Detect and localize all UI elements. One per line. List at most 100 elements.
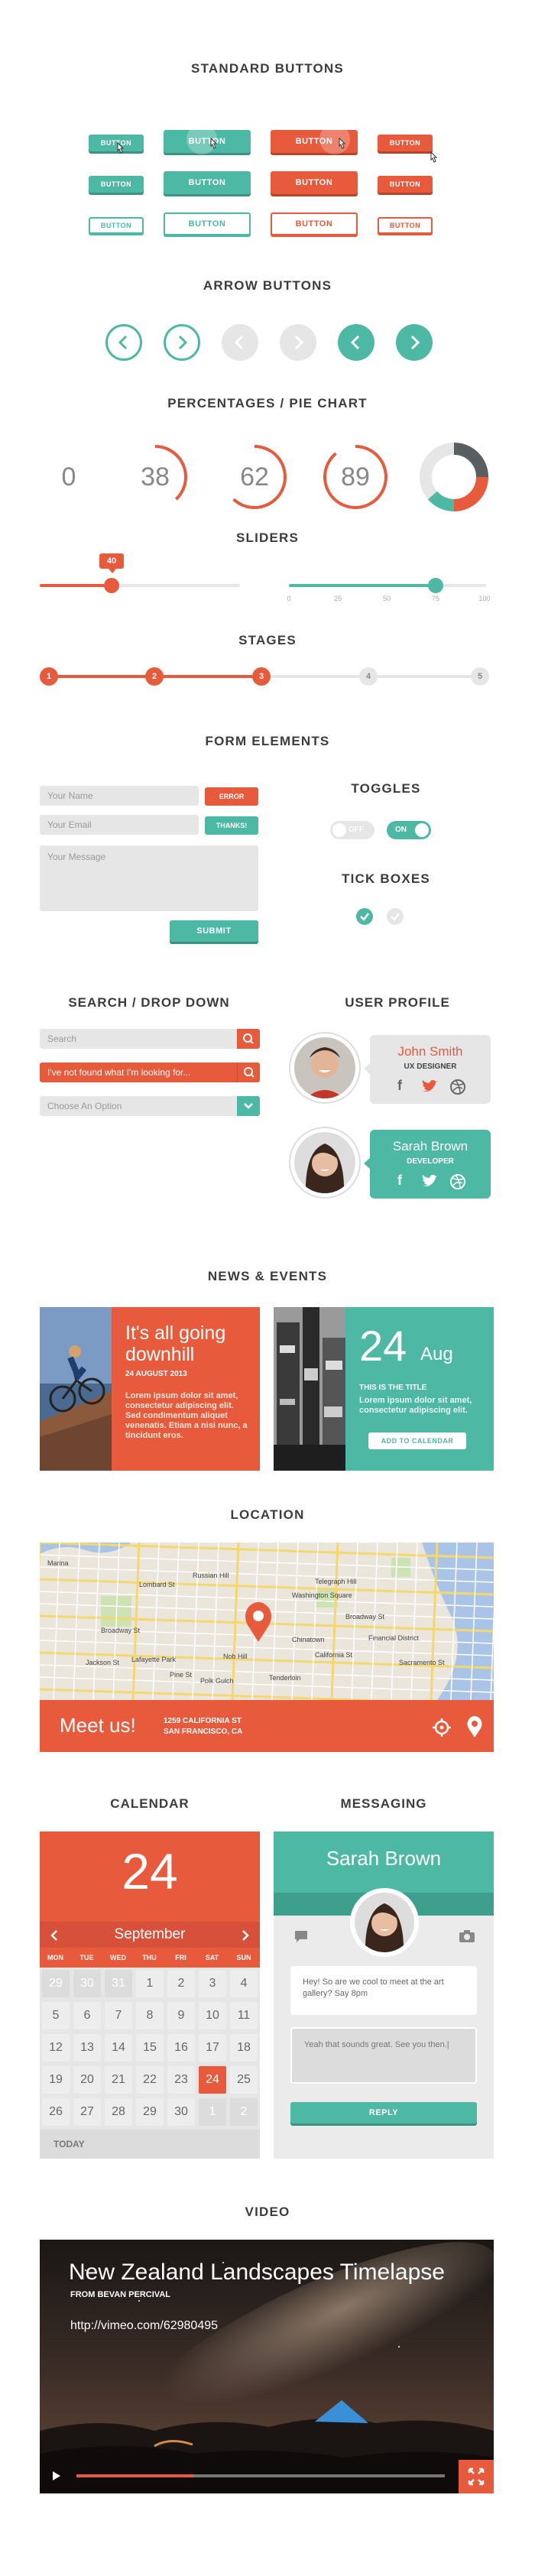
- name-field[interactable]: Your Name: [40, 786, 199, 806]
- arrow-left-button-disabled[interactable]: [222, 324, 258, 361]
- dropdown-select[interactable]: Choose An Option: [40, 1096, 238, 1116]
- dropdown-toggle[interactable]: [237, 1096, 260, 1116]
- search-input[interactable]: Search: [40, 1029, 238, 1049]
- calendar-day[interactable]: 17: [199, 2034, 226, 2062]
- calendar-day-selected[interactable]: 24: [199, 2066, 226, 2094]
- message-textarea[interactable]: Your Message: [40, 845, 258, 911]
- slider-handle[interactable]: [104, 578, 119, 593]
- calendar-day[interactable]: 31: [105, 1970, 132, 1997]
- stage-step[interactable]: 3: [252, 667, 271, 686]
- stage-step[interactable]: 2: [145, 667, 164, 686]
- chevron-right-icon[interactable]: [238, 1928, 252, 1943]
- fullscreen-button[interactable]: [459, 2460, 494, 2493]
- calendar-day[interactable]: 18: [230, 2034, 258, 2062]
- map-pin-icon[interactable]: [243, 1601, 274, 1643]
- submit-button[interactable]: SUBMIT: [170, 920, 258, 942]
- facebook-icon[interactable]: f: [397, 1173, 402, 1189]
- checkbox-checked[interactable]: [356, 908, 373, 925]
- stage-step[interactable]: 1: [40, 667, 58, 686]
- twitter-icon[interactable]: [420, 1079, 439, 1095]
- avatar[interactable]: [290, 1128, 359, 1197]
- calendar-day[interactable]: 16: [167, 2034, 195, 2062]
- arrow-right-button[interactable]: [164, 324, 200, 361]
- calendar-day[interactable]: 27: [73, 2098, 101, 2126]
- calendar-day[interactable]: 5: [42, 2002, 70, 2029]
- toggle-on[interactable]: ON: [387, 821, 431, 839]
- button-outline[interactable]: BUTTON: [89, 217, 144, 234]
- arrow-left-button[interactable]: [105, 324, 142, 361]
- calendar-day[interactable]: 7: [105, 2002, 132, 2029]
- search-button[interactable]: [237, 1063, 260, 1082]
- calendar-day[interactable]: 30: [167, 2098, 195, 2126]
- percent-value: 62: [240, 462, 269, 492]
- donut-chart: [420, 443, 488, 511]
- calendar-day[interactable]: 29: [42, 1970, 70, 1997]
- calendar-day[interactable]: 10: [199, 2002, 226, 2029]
- slider-handle[interactable]: [428, 578, 443, 593]
- calendar-day[interactable]: 28: [105, 2098, 132, 2126]
- button-outline[interactable]: BUTTON: [271, 213, 358, 235]
- chat-icon[interactable]: [293, 1929, 309, 1945]
- calendar-day[interactable]: 22: [136, 2066, 164, 2094]
- checkbox-unchecked[interactable]: [387, 908, 404, 925]
- calendar-day[interactable]: 2: [230, 2098, 258, 2126]
- arrow-right-button-disabled[interactable]: [280, 324, 316, 361]
- reply-button[interactable]: REPLY: [290, 2102, 477, 2123]
- calendar-day[interactable]: 1: [136, 1970, 164, 1997]
- search-input-error[interactable]: I've not found what I'm looking for...: [40, 1063, 238, 1082]
- calendar-day[interactable]: 23: [167, 2066, 195, 2094]
- video-url[interactable]: http://vimeo.com/62980495: [70, 2319, 218, 2333]
- calendar-day[interactable]: 19: [42, 2066, 70, 2094]
- reply-textarea[interactable]: Yeah that sounds great. See you then.|: [290, 2027, 477, 2084]
- stage-step[interactable]: 4: [359, 667, 378, 686]
- camera-icon[interactable]: [459, 1929, 475, 1943]
- calendar-day[interactable]: 25: [230, 2066, 258, 2094]
- add-to-calendar-button[interactable]: ADD TO CALENDAR: [368, 1432, 466, 1449]
- calendar-day[interactable]: 11: [230, 2002, 258, 2029]
- dribbble-icon[interactable]: [449, 1079, 466, 1095]
- crosshair-icon[interactable]: [431, 1717, 452, 1738]
- calendar-day[interactable]: 3: [199, 1970, 226, 1997]
- calendar-day[interactable]: 20: [73, 2066, 101, 2094]
- calendar-day[interactable]: 21: [105, 2066, 132, 2094]
- arrow-right-button-filled[interactable]: [396, 324, 433, 361]
- avatar[interactable]: [350, 1888, 419, 1957]
- twitter-icon[interactable]: [420, 1174, 439, 1189]
- calendar-day[interactable]: 29: [136, 2098, 164, 2126]
- search-button[interactable]: [237, 1029, 260, 1049]
- today-button[interactable]: TODAY: [54, 2139, 85, 2149]
- toggle-off[interactable]: OFF: [330, 821, 374, 839]
- calendar-day[interactable]: 14: [105, 2034, 132, 2062]
- calendar-day[interactable]: 8: [136, 2002, 164, 2029]
- calendar-day[interactable]: 26: [42, 2098, 70, 2126]
- chevron-left-icon[interactable]: [47, 1928, 61, 1943]
- calendar-day[interactable]: 15: [136, 2034, 164, 2062]
- video-player[interactable]: New Zealand Landscapes Timelapse FROM BE…: [40, 2240, 494, 2493]
- calendar-day[interactable]: 4: [230, 1970, 258, 1997]
- button[interactable]: BUTTON: [164, 171, 251, 194]
- facebook-icon[interactable]: f: [397, 1078, 402, 1094]
- calendar-day[interactable]: 9: [167, 2002, 195, 2029]
- stage-step[interactable]: 5: [471, 667, 489, 686]
- button[interactable]: BUTTON: [89, 176, 144, 193]
- button-outline[interactable]: BUTTON: [164, 213, 251, 235]
- calendar-day[interactable]: 13: [73, 2034, 101, 2062]
- calendar-day[interactable]: 6: [73, 2002, 101, 2029]
- pin-icon[interactable]: [466, 1715, 483, 1738]
- button-outline[interactable]: BUTTON: [378, 217, 433, 234]
- email-field[interactable]: Your Email: [40, 815, 199, 835]
- map[interactable]: Marina Russian Hill Lombard St Telegraph Hi…: [40, 1543, 494, 1700]
- event-card[interactable]: 24 Aug THIS IS THE TITLE Lorem ipsum dol…: [274, 1307, 494, 1471]
- arrow-left-button-filled[interactable]: [338, 324, 374, 361]
- avatar[interactable]: [290, 1033, 359, 1102]
- dribbble-icon[interactable]: [449, 1173, 466, 1190]
- calendar-day[interactable]: 2: [167, 1970, 195, 1997]
- button[interactable]: BUTTON: [378, 135, 433, 151]
- calendar-day[interactable]: 1: [199, 2098, 226, 2126]
- play-icon[interactable]: [52, 2471, 61, 2481]
- calendar-day[interactable]: 30: [73, 1970, 101, 1997]
- calendar-day[interactable]: 12: [42, 2034, 70, 2062]
- button[interactable]: BUTTON: [378, 176, 433, 193]
- news-card[interactable]: It's all going downhill 24 AUGUST 2013 L…: [40, 1307, 260, 1471]
- button[interactable]: BUTTON: [271, 171, 358, 194]
